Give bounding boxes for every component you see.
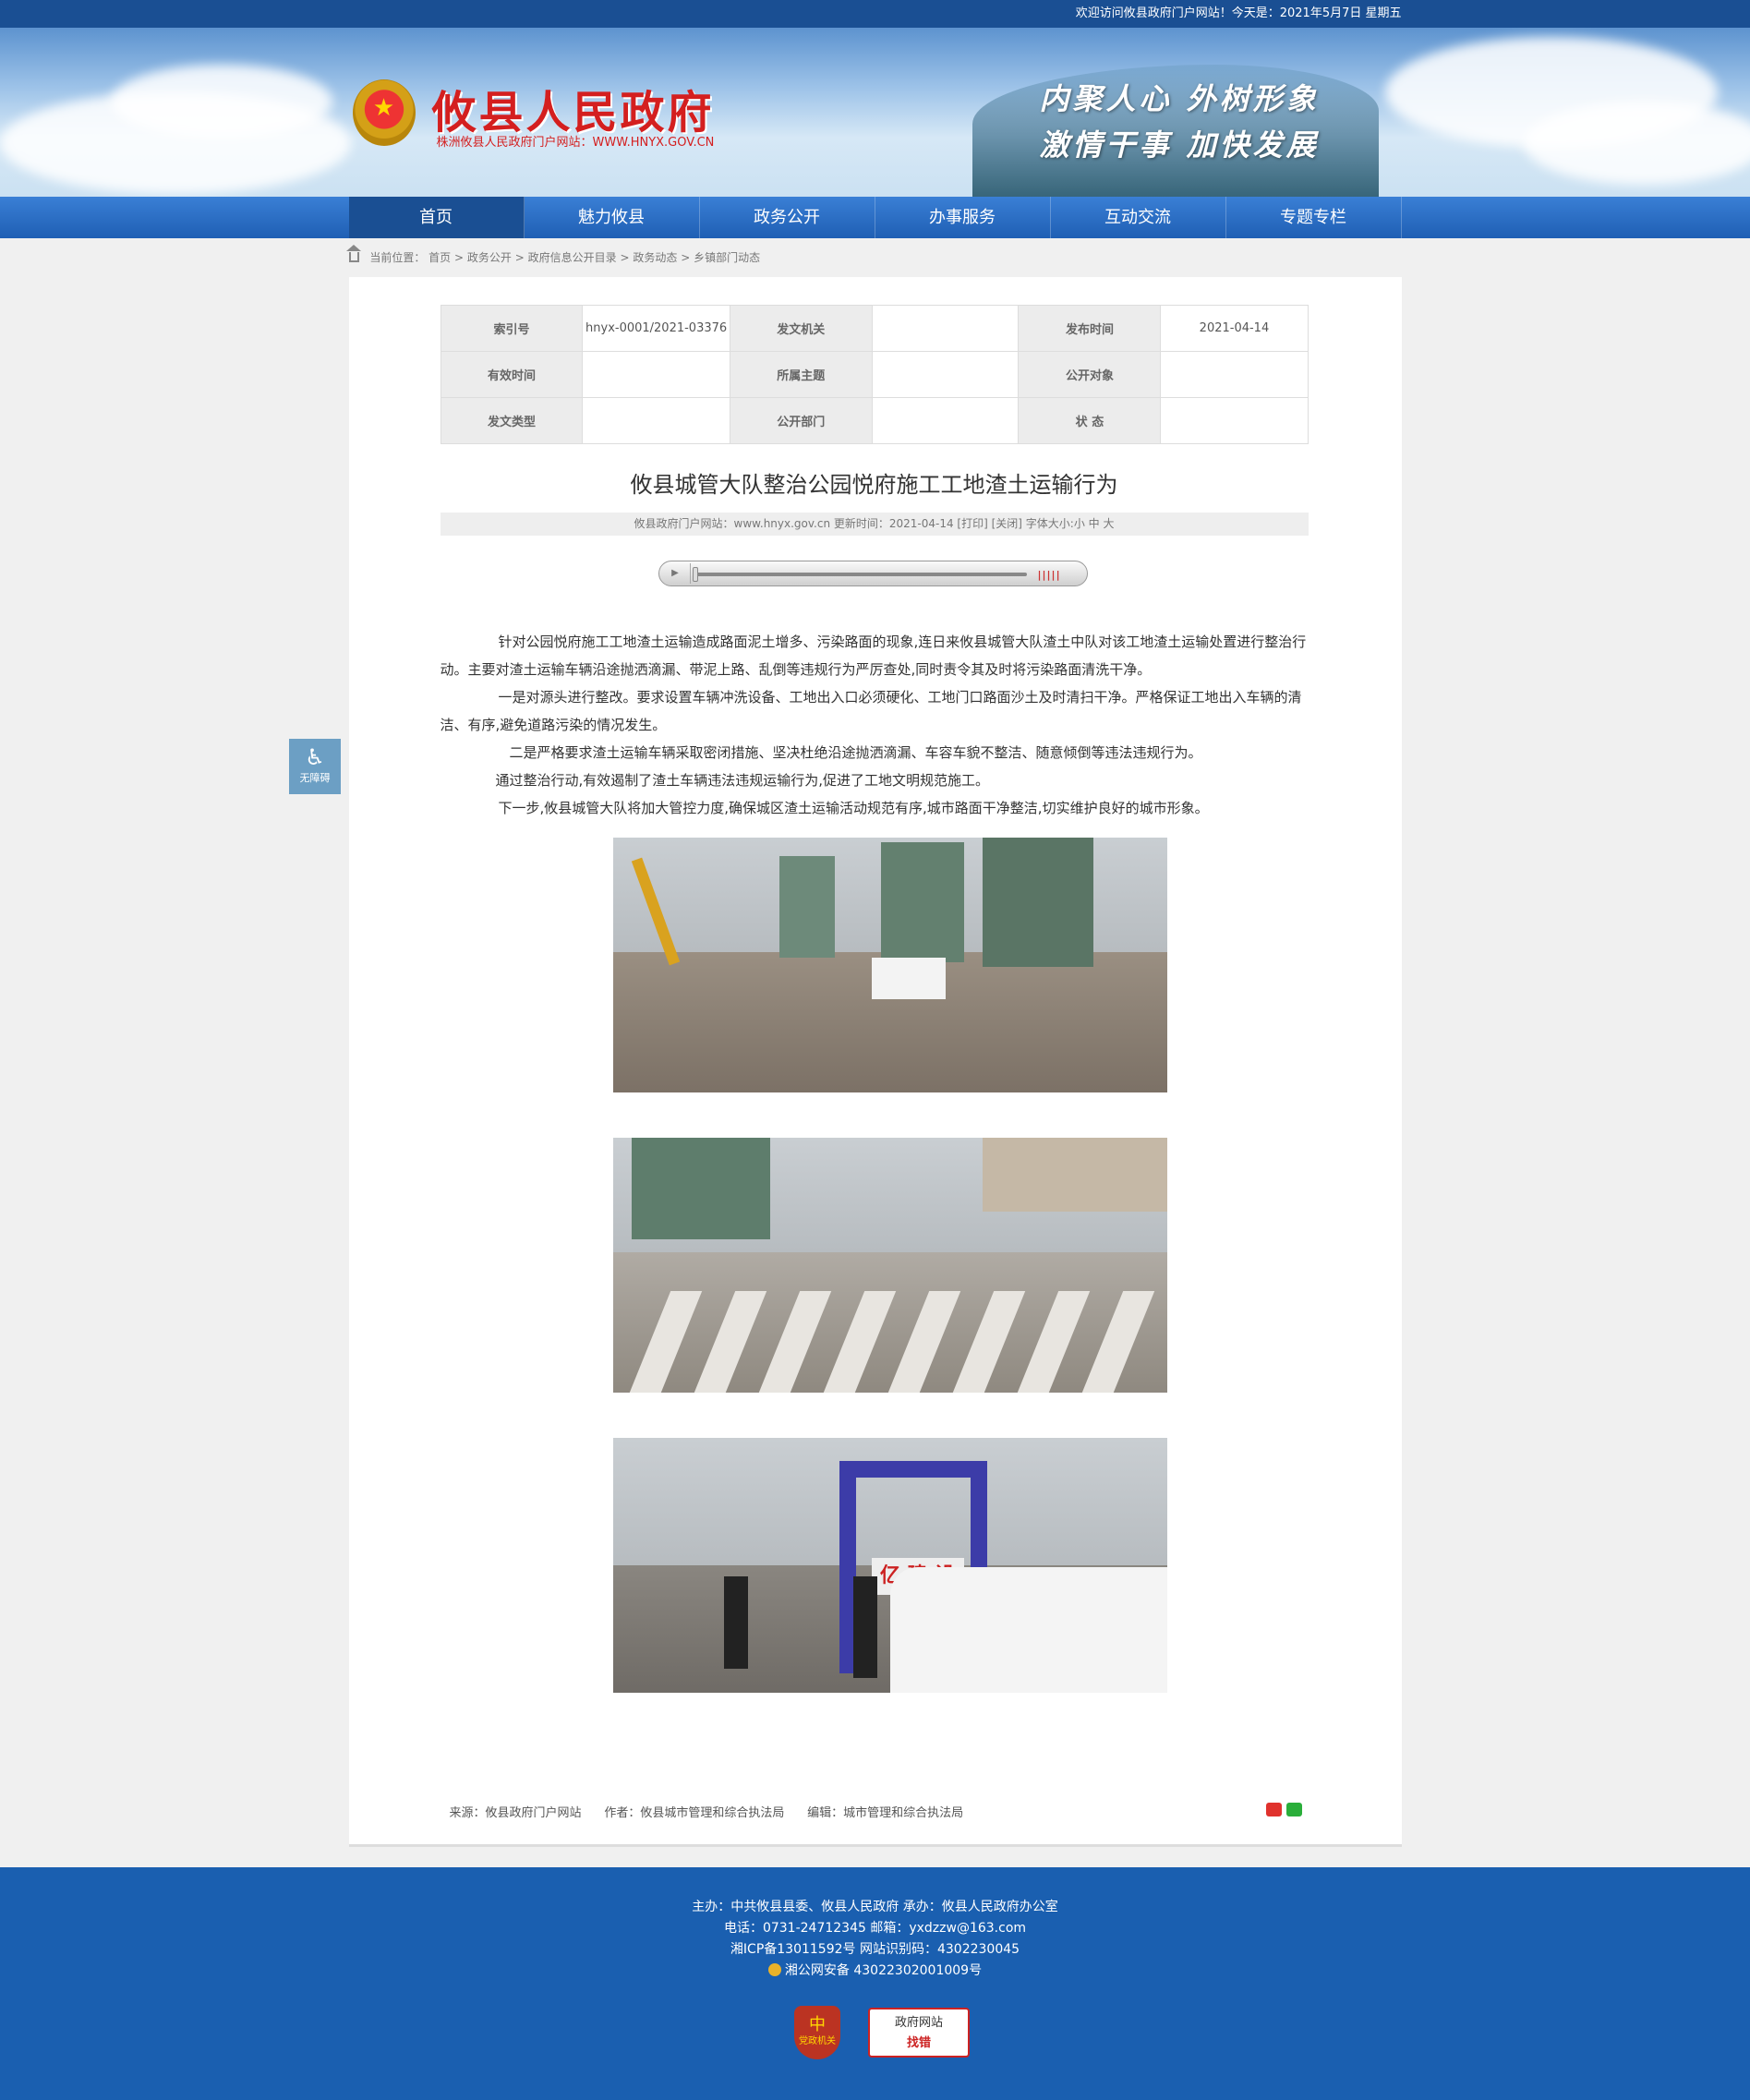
nav-item-charm[interactable]: 魅力攸县 <box>525 197 700 238</box>
badge2-top: 政府网站 <box>894 2016 943 2030</box>
article-photo-1 <box>612 838 1167 1092</box>
site-footer: 主办：中共攸县县委、攸县人民政府 承办：攸县人民政府办公室 电话：0731-24… <box>0 1867 1750 2100</box>
meta-label: 公开对象 <box>1018 351 1162 398</box>
site-logo-title[interactable]: 攸县人民政府 <box>432 76 715 140</box>
slogan-line-2: 激情干事 加快发展 <box>1039 127 1320 163</box>
meta-table: 索引号 hnyx-0001/2021-03376 发文机关 发布时间 2021-… <box>440 305 1309 444</box>
source-text: 来源：攸县政府门户网站 <box>449 1806 582 1820</box>
meta-value: hnyx-0001/2021-03376 <box>582 305 730 352</box>
breadcrumb-dept-news[interactable]: 乡镇部门动态 <box>694 251 760 264</box>
breadcrumb-news[interactable]: 政务动态 <box>633 251 677 264</box>
article-photo-2 <box>612 1138 1167 1393</box>
article-photo-3: 亿 建 设 <box>612 1438 1167 1693</box>
breadcrumb-sep: > <box>620 251 630 264</box>
party-gov-badge-icon: 中 <box>809 2015 826 2034</box>
play-icon[interactable]: ▶ <box>661 563 691 584</box>
wheelchair-icon: ♿ <box>305 744 325 770</box>
gov-site-error-report-button[interactable]: 政府网站 找错 <box>868 2008 970 2058</box>
weibo-share-icon[interactable] <box>1265 1803 1282 1816</box>
author-text: 作者：攸县城市管理和综合执法局 <box>604 1806 785 1820</box>
meta-label: 发文类型 <box>440 397 584 444</box>
meta-label: 有效时间 <box>440 351 584 398</box>
breadcrumb: 当前位置： 首页 > 政务公开 > 政府信息公开目录 > 政务动态 > 乡镇部门… <box>345 238 1402 277</box>
breadcrumb-sep: > <box>514 251 525 264</box>
audio-player[interactable]: ▶ ||||| <box>658 561 1088 586</box>
paragraph: 下一步,攸县城管大队将加大管控力度,确保城区渣土运输活动规范有序,城市路面干净整… <box>498 800 1209 816</box>
breadcrumb-catalog[interactable]: 政府信息公开目录 <box>528 251 617 264</box>
progress-track[interactable] <box>692 573 1027 576</box>
breadcrumb-home[interactable]: 首页 <box>428 251 451 264</box>
footer-host: 主办：中共攸县县委、攸县人民政府 承办：攸县人民政府办公室 <box>692 1900 1058 1914</box>
article-credits: 来源：攸县政府门户网站 作者：攸县城市管理和综合执法局 编辑：城市管理和综合执法… <box>450 1803 964 1820</box>
police-badge-icon <box>767 1963 781 1976</box>
meta-label: 公开部门 <box>729 397 873 444</box>
nav-item-interaction[interactable]: 互动交流 <box>1051 197 1226 238</box>
table-row: 有效时间 所属主题 公开对象 <box>440 351 1309 398</box>
breadcrumb-prefix: 当前位置： <box>369 251 426 264</box>
meta-value <box>582 351 730 398</box>
volume-icon[interactable]: ||||| <box>1038 569 1061 581</box>
table-row: 索引号 hnyx-0001/2021-03376 发文机关 发布时间 2021-… <box>440 305 1309 352</box>
progress-handle[interactable] <box>692 567 698 582</box>
paragraph: 一是对源头进行整改。要求设置车辆冲洗设备、工地出入口必须硬化、工地门口路面沙土及… <box>440 689 1302 733</box>
footer-police[interactable]: 湘公网安备 43022302001009号 <box>0 1961 1750 1982</box>
greeting-text: 欢迎访问攸县政府门户网站！今天是：2021年5月7日 星期五 <box>1075 6 1402 20</box>
meta-label: 发文机关 <box>729 305 873 352</box>
breadcrumb-affairs[interactable]: 政务公开 <box>467 251 512 264</box>
badge2-bottom: 找错 <box>906 2036 931 2050</box>
article-title: 攸县城管大队整治公园悦府施工工地渣土运输行为 <box>630 472 1118 498</box>
site-subtitle: 株洲攸县人民政府门户网站：WWW.HNYX.GOV.CN <box>436 136 715 150</box>
accessibility-label: 无障碍 <box>299 772 331 784</box>
nav-item-topics[interactable]: 专题专栏 <box>1226 197 1402 238</box>
meta-value: 2021-04-14 <box>1160 305 1309 352</box>
breadcrumb-sep: > <box>454 251 465 264</box>
paragraph: 通过整治行动,有效遏制了渣土车辆违法违规运输行为,促进了工地文明规范施工。 <box>495 772 990 789</box>
paragraph: 二是严格要求渣土运输车辆采取密闭措施、坚决杜绝沿途抛洒滴漏、车容车貌不整洁、随意… <box>509 744 1202 761</box>
meta-value <box>582 397 730 444</box>
nav-item-services[interactable]: 办事服务 <box>875 197 1051 238</box>
editor-text: 编辑：城市管理和综合执法局 <box>807 1806 964 1820</box>
meta-value <box>871 397 1020 444</box>
meta-value <box>1160 351 1309 398</box>
article-body: 针对公园悦府施工工地渣土运输造成路面泥土增多、污染路面的现象,连日来攸县城管大队… <box>441 628 1309 822</box>
header-banner: ★ 攸县人民政府 株洲攸县人民政府门户网站：WWW.HNYX.GOV.CN 内聚… <box>0 28 1750 197</box>
main-nav: 首页 魅力攸县 政务公开 办事服务 互动交流 专题专栏 <box>0 197 1750 238</box>
party-gov-badge[interactable]: 中 党政机关 <box>794 2006 840 2059</box>
top-bar: 欢迎访问攸县政府门户网站！今天是：2021年5月7日 星期五 <box>0 0 1750 28</box>
meta-value <box>1160 397 1309 444</box>
accessibility-button[interactable]: ♿ 无障碍 <box>289 739 341 794</box>
nav-item-affairs[interactable]: 政务公开 <box>700 197 875 238</box>
article-panel: 索引号 hnyx-0001/2021-03376 发文机关 发布时间 2021-… <box>348 277 1402 1847</box>
slogan-line-1: 内聚人心 外树形象 <box>1039 81 1320 116</box>
nav-item-home[interactable]: 首页 <box>348 197 525 238</box>
footer-police-text: 湘公网安备 43022302001009号 <box>784 1963 983 1978</box>
meta-label: 所属主题 <box>729 351 873 398</box>
meta-label: 发布时间 <box>1018 305 1162 352</box>
meta-label: 索引号 <box>440 305 584 352</box>
article-info-bar[interactable]: 攸县政府门户网站：www.hnyx.gov.cn 更新时间：2021-04-14… <box>440 513 1309 536</box>
meta-value <box>871 351 1020 398</box>
meta-value <box>871 305 1020 352</box>
footer-contact: 电话：0731-24712345 邮箱：yxdzzw@163.com <box>723 1921 1027 1936</box>
wechat-share-icon[interactable] <box>1285 1803 1302 1816</box>
party-gov-badge-label: 党政机关 <box>799 2036 836 2046</box>
home-icon <box>345 245 361 262</box>
paragraph: 针对公园悦府施工工地渣土运输造成路面泥土增多、污染路面的现象,连日来攸县城管大队… <box>440 634 1307 678</box>
national-emblem-icon: ★ <box>352 79 416 146</box>
breadcrumb-sep: > <box>681 251 691 264</box>
meta-label: 状 态 <box>1018 397 1162 444</box>
table-row: 发文类型 公开部门 状 态 <box>440 397 1309 444</box>
footer-icp[interactable]: 湘ICP备13011592号 网站识别码：4302230045 <box>0 1939 1750 1961</box>
